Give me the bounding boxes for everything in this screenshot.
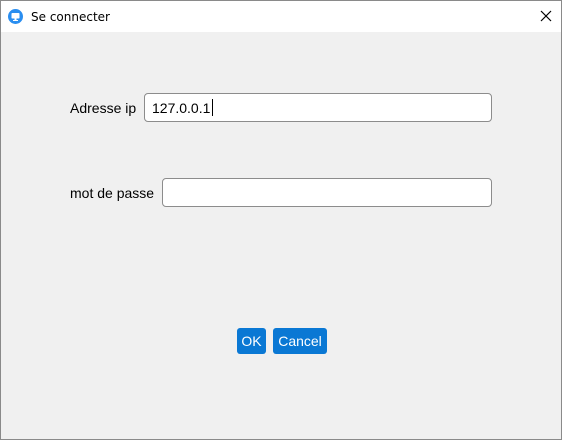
- window-title: Se connecter: [31, 10, 110, 24]
- password-label: mot de passe: [70, 185, 155, 201]
- ok-button[interactable]: OK: [237, 328, 266, 354]
- password-input[interactable]: [162, 178, 492, 207]
- ip-field-container: [144, 93, 492, 122]
- ip-address-input[interactable]: [144, 93, 492, 122]
- cancel-button[interactable]: Cancel: [273, 328, 327, 354]
- monitor-app-icon: [8, 9, 23, 24]
- close-icon: [540, 10, 552, 22]
- ip-label: Adresse ip: [70, 100, 137, 116]
- login-dialog: Se connecter Adresse ip mot de passe OK …: [0, 0, 562, 440]
- title-bar[interactable]: Se connecter: [1, 1, 561, 32]
- text-caret: [212, 99, 213, 116]
- close-button[interactable]: [531, 1, 561, 32]
